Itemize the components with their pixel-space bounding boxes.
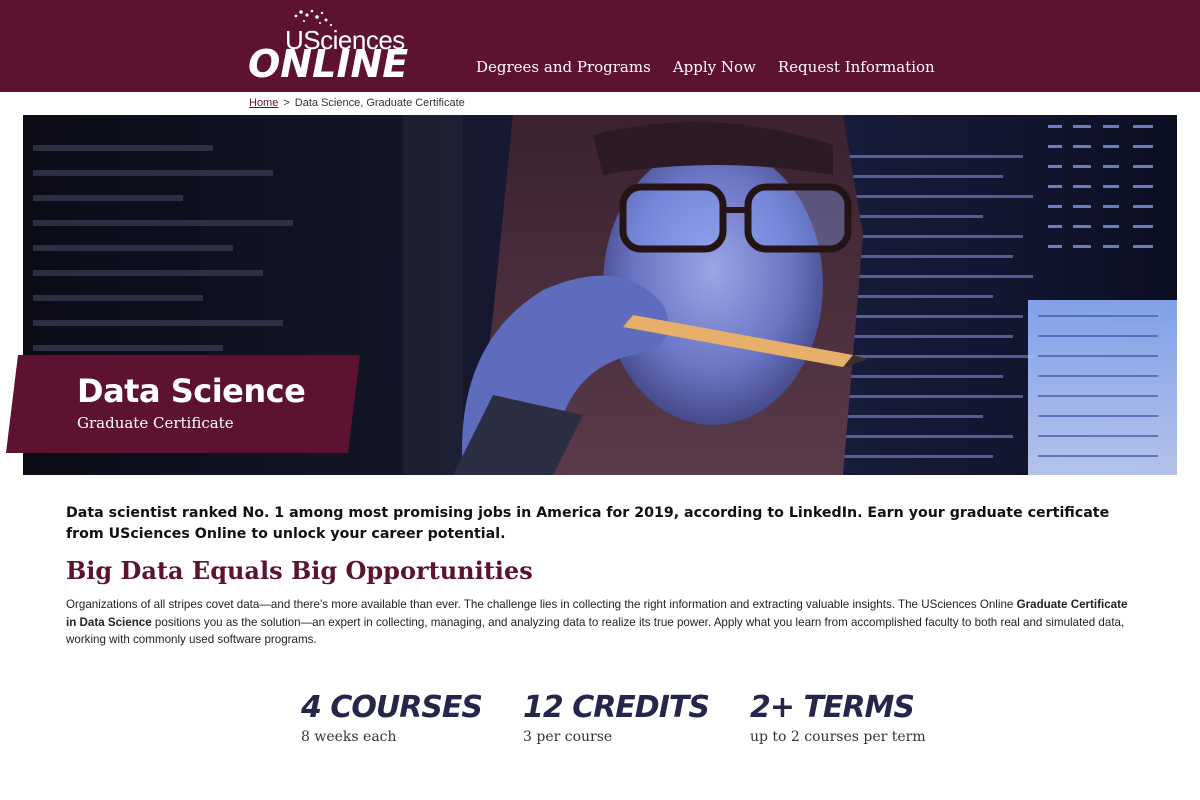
nav-apply-now[interactable]: Apply Now: [673, 58, 756, 76]
stat-courses-number: 4 COURSES: [301, 690, 483, 725]
stat-terms-number: 2+ TERMS: [750, 690, 915, 725]
section-body: Organizations of all stripes covet data—…: [66, 596, 1134, 649]
hero-subtitle: Graduate Certificate: [77, 414, 234, 432]
breadcrumb-separator: >: [283, 97, 290, 109]
stat-courses: 4 COURSES 8 weeks each: [301, 690, 483, 745]
logo-wordmark-bottom: ONLINE: [248, 42, 409, 86]
section-body-part1: Organizations of all stripes covet data—…: [66, 598, 1017, 611]
breadcrumb-current: Data Science, Graduate Certificate: [294, 97, 465, 109]
section-heading: Big Data Equals Big Opportunities: [66, 556, 533, 585]
breadcrumb: Home > Data Science, Graduate Certificat…: [249, 97, 465, 109]
stat-terms-label: up to 2 courses per term: [750, 729, 926, 745]
hero-title: Data Science: [77, 372, 306, 410]
section-body-part2: positions you as the solution—an expert …: [66, 615, 1125, 647]
main-nav: Degrees and Programs Apply Now Request I…: [476, 58, 935, 76]
intro-lead: Data scientist ranked No. 1 among most p…: [66, 505, 1110, 542]
usciences-online-logo[interactable]: USciences ONLINE: [248, 8, 408, 86]
breadcrumb-home-link[interactable]: Home: [249, 97, 278, 109]
stat-terms: 2+ TERMS up to 2 courses per term: [750, 690, 926, 745]
stat-credits: 12 CREDITS 3 per course: [523, 690, 710, 745]
site-header: USciences ONLINE Degrees and Programs Ap…: [0, 0, 1200, 92]
stat-courses-label: 8 weeks each: [301, 729, 397, 745]
nav-request-information[interactable]: Request Information: [778, 58, 935, 76]
stat-credits-label: 3 per course: [523, 729, 613, 745]
nav-degrees-programs[interactable]: Degrees and Programs: [476, 58, 651, 76]
stat-credits-number: 12 CREDITS: [523, 690, 710, 725]
